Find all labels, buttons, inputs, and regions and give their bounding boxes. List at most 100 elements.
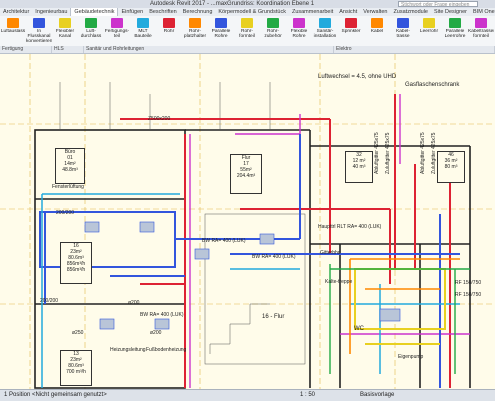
- tab-12[interactable]: BIM One: [470, 8, 495, 16]
- ribbon-button-8[interactable]: Parallele Rohre: [208, 16, 234, 46]
- ribbon-button-label: Luft-durchlass: [80, 29, 102, 39]
- label-rf-2: RF 150/750: [455, 292, 482, 298]
- ribbon-button-label: Rohr-platzhalter: [183, 29, 207, 39]
- ribbon-button-11[interactable]: Flexible Rohre: [286, 16, 312, 46]
- ribbon-button-13[interactable]: Sprinkler: [338, 16, 364, 46]
- ribbon-panel-labels: Fertigung HLS Sanitär und Rohrleitungen Ele…: [0, 46, 495, 54]
- ribbon-button-label: Parallele Rohre: [211, 29, 231, 39]
- room-tag-46[interactable]: 46 36 m² 80 m³: [437, 151, 465, 183]
- search-input[interactable]: Stichwort oder Frage eingeben: [398, 1, 478, 7]
- tool-icon: [111, 18, 123, 28]
- label-heizung: Heizungsleitung: [110, 347, 146, 353]
- status-bar: 1 Position <Nicht gemeinsam genutzt> 1 :…: [0, 389, 495, 401]
- label-kalte: Kalte-treppe: [325, 279, 353, 285]
- tab-9[interactable]: Verwalten: [360, 8, 390, 16]
- ribbon-button-label: MLT Bauteile: [134, 29, 152, 39]
- room-tag-16[interactable]: 16 23m² 80.6m³ 856m³/h 856m³/h: [60, 242, 92, 284]
- room-tag-13[interactable]: 13 23m² 80.6m³ 700 m³/h: [60, 350, 92, 386]
- view-scale[interactable]: 1 : 50: [300, 390, 315, 401]
- tab-7[interactable]: Zusammenarbeit: [289, 8, 336, 16]
- duct-tag-main: Haupttrl RLT RA= 400 (LUK): [318, 224, 382, 230]
- room-tag-flur[interactable]: Flur 17 55m² 204.4m³: [230, 154, 262, 194]
- panel-label-0: Fertigung: [0, 46, 52, 53]
- tool-icon: [7, 18, 19, 28]
- tab-6[interactable]: Körpermodell & Grundstück: [215, 8, 289, 16]
- ribbon-button-17[interactable]: Parallele Leerrohre: [442, 16, 468, 46]
- label-rf-1: RF 150/750: [455, 280, 482, 286]
- tab-10[interactable]: Zusatzmodule: [390, 8, 431, 16]
- ribbon-button-12[interactable]: Sanitär-installation: [312, 16, 338, 46]
- room-label-16-flur: 16 - Flur: [262, 314, 285, 320]
- room-tag-01[interactable]: Büro 01 14m² 48.8m³: [55, 148, 85, 184]
- tool-icon: [163, 18, 175, 28]
- panel-label-2: Sanitär und Rohrleitungen: [84, 46, 334, 53]
- ribbon-button-2[interactable]: Flexibler Kanal: [52, 16, 78, 46]
- ribbon-button-0[interactable]: Luftauslass: [0, 16, 26, 46]
- ribbon-button-label: Luftauslass: [0, 29, 26, 34]
- ribbon-button-15[interactable]: Kabel-trasse: [390, 16, 416, 46]
- label-abluft-1: Abluftgitter 425x75: [374, 132, 380, 174]
- duct-size-tag-3: 200/200: [40, 298, 59, 304]
- tool-icon: [33, 18, 45, 28]
- tool-icon: [241, 18, 253, 28]
- gas-cabinet-label: Gasflaschenschrank: [405, 82, 460, 88]
- tool-icon: [423, 18, 435, 28]
- floor-plan: [0, 54, 495, 389]
- workset-selector[interactable]: Basisvorlage: [360, 390, 394, 401]
- tool-icon: [319, 18, 331, 28]
- duct-size-tag-1: Z500x200: [148, 116, 171, 122]
- status-message: 1 Position <Nicht gemeinsam genutzt>: [4, 392, 107, 398]
- duct-tag-bw3: BW RA= 400 (LUK): [252, 254, 296, 260]
- tool-icon: [475, 18, 487, 28]
- ribbon-button-5[interactable]: MLT Bauteile: [130, 16, 156, 46]
- panel-label-1: HLS: [52, 46, 84, 53]
- tool-icon: [449, 18, 461, 28]
- panel-label-3: Elektro: [334, 46, 495, 53]
- ribbon-button-label: Rohr-formteil: [239, 29, 255, 39]
- ribbon-button-7[interactable]: Rohr-platzhalter: [182, 16, 208, 46]
- tool-icon: [371, 18, 383, 28]
- window-title: Autodesk Revit 2017 - ...maxGrundriss: K…: [150, 1, 315, 7]
- tab-11[interactable]: Site Designer: [431, 8, 470, 16]
- tool-icon: [267, 18, 279, 28]
- ribbon-button-16[interactable]: Leerrohr: [416, 16, 442, 46]
- tab-4[interactable]: Beschriften: [146, 8, 180, 16]
- room-tag-32[interactable]: 32 12 m² 40 m³: [345, 151, 373, 183]
- wc-label: WC: [354, 326, 364, 332]
- ribbon-button-1[interactable]: In Flusskanal konvertieren: [26, 16, 52, 46]
- duct-tag-bw1: BW RA= 400 (LUK): [202, 238, 246, 244]
- duct-size-tag-5: ø250: [72, 330, 84, 336]
- label-zuluft-1: Zuluftgitter 425x75: [385, 132, 391, 174]
- tool-icon: [345, 18, 357, 28]
- ribbon-button-14[interactable]: Kabel: [364, 16, 390, 46]
- tool-icon: [397, 18, 409, 28]
- ribbon-button-18[interactable]: Kabeltrassen-formteil: [468, 16, 494, 46]
- ribbon-button-4[interactable]: Fertigungs-teil: [104, 16, 130, 46]
- tab-1[interactable]: Ingenieurbau: [32, 8, 70, 16]
- ribbon-button-label: Rohr: [163, 29, 175, 34]
- duct-tag-bw2: BW RA= 400 (LUK): [140, 312, 184, 318]
- ribbon-button-label: Fertigungs-teil: [104, 29, 130, 39]
- ribbon-button-label: Sanitär-installation: [313, 29, 337, 39]
- ribbon-button-6[interactable]: Rohr: [156, 16, 182, 46]
- ribbon-button-3[interactable]: Luft-durchlass: [78, 16, 104, 46]
- air-change-note: Luftwechsel = 4.5, ohne UHD: [318, 74, 397, 80]
- ribbon-button-label: Kabel-trasse: [396, 29, 410, 39]
- ribbon-button-10[interactable]: Rohr-zubehör: [260, 16, 286, 46]
- tab-2[interactable]: Gebäudetechnik: [70, 8, 119, 16]
- duct-size-tag-4: ø200: [128, 300, 140, 306]
- tool-icon: [137, 18, 149, 28]
- label-fussboden: Fußbodenheizung: [146, 347, 187, 353]
- tab-3[interactable]: Einfügen: [118, 8, 146, 16]
- ribbon-button-label: Kabeltrassen-formteil: [468, 29, 494, 39]
- room-01-note: Fensterlüftung: [52, 184, 84, 190]
- tool-icon: [293, 18, 305, 28]
- duct-size-tag-6: ø200: [150, 330, 162, 336]
- tool-icon: [85, 18, 97, 28]
- ribbon-button-9[interactable]: Rohr-formteil: [234, 16, 260, 46]
- tab-0[interactable]: Architektur: [0, 8, 32, 16]
- drawing-canvas[interactable]: Luftwechsel = 4.5, ohne UHD Gasflaschens…: [0, 54, 495, 389]
- tab-8[interactable]: Ansicht: [336, 8, 360, 16]
- tab-5[interactable]: Berechnung: [180, 8, 216, 16]
- ribbon-button-label: Sprinkler: [341, 29, 361, 34]
